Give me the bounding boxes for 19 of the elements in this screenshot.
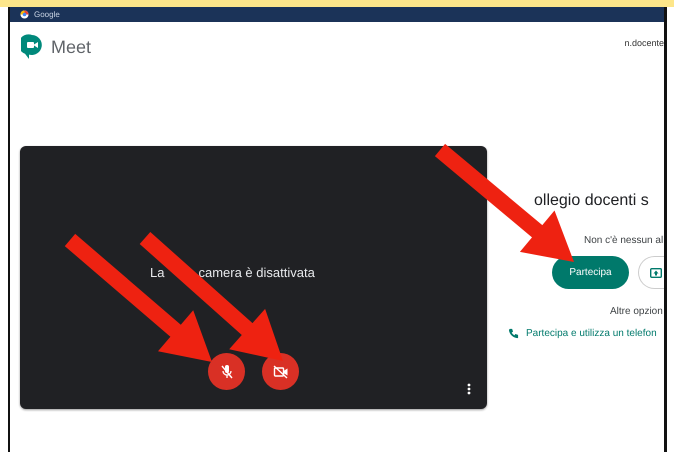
join-button[interactable]: Partecipa: [552, 256, 629, 289]
join-by-phone-link[interactable]: Partecipa e utilizza un telefon: [526, 328, 657, 339]
google-icon: [20, 10, 29, 19]
more-options-label: Altre opzion: [610, 306, 663, 317]
present-screen-icon: [650, 268, 662, 278]
camera-off-message: camera è disattivata: [198, 265, 315, 280]
camera-off-icon: [272, 364, 288, 378]
meet-logo-icon: [21, 34, 43, 60]
account-email: n.docente: [624, 38, 664, 48]
camera-off-message: La: [150, 265, 164, 280]
app-name: Meet: [51, 36, 92, 58]
meeting-title: ollegio docenti s: [534, 192, 649, 210]
tab-title[interactable]: Google: [34, 10, 60, 19]
microphone-button[interactable]: [208, 353, 245, 390]
camera-button[interactable]: [262, 353, 299, 390]
phone-icon: [508, 328, 519, 339]
participants-status: Non c'è nessun al: [584, 235, 664, 246]
microphone-muted-icon: [220, 364, 234, 380]
more-options-icon[interactable]: [467, 383, 471, 395]
